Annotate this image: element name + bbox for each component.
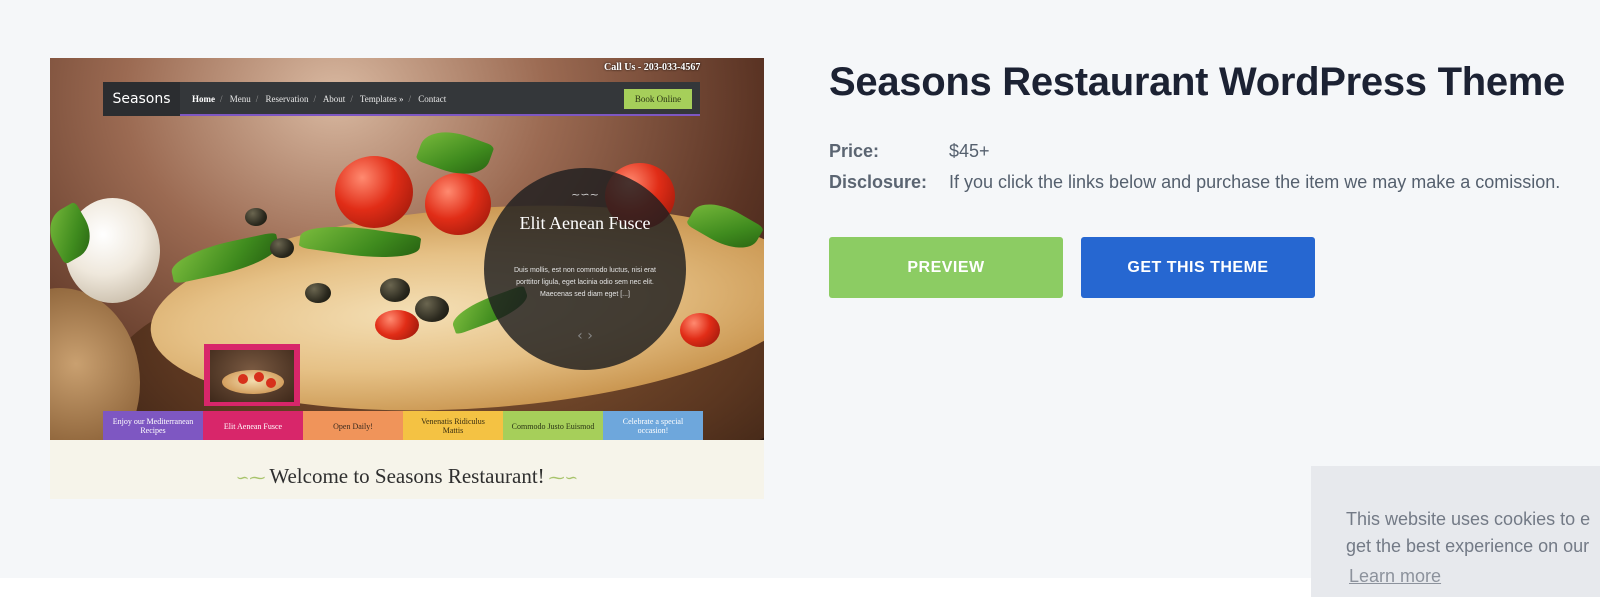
book-online-button[interactable]: Book Online bbox=[624, 89, 692, 109]
tomato bbox=[680, 313, 720, 347]
slide-body: Duis mollis, est non commodo luctus, nis… bbox=[514, 267, 656, 298]
get-this-theme-button[interactable]: GET THIS THEME bbox=[1081, 237, 1315, 298]
slide-caption-circle: ~∽~ Elit Aenean Fusce Duis mollis, est n… bbox=[484, 168, 686, 370]
welcome-text: Welcome to Seasons Restaurant! bbox=[269, 464, 545, 488]
learn-more-link[interactable]: Learn more bbox=[1349, 566, 1441, 587]
slide-nav-arrows-icon[interactable]: ‹ › bbox=[484, 328, 686, 344]
nav-item-contact[interactable]: Contact bbox=[418, 94, 446, 104]
price-label: Price: bbox=[829, 141, 880, 161]
slide-tab[interactable]: Elit Aenean Fusce bbox=[203, 411, 303, 440]
site-navbar: Seasons Home / Menu / Reservation / About / … bbox=[103, 82, 700, 116]
slide-tab[interactable]: Celebrate a special occasion! bbox=[603, 411, 703, 440]
thumbnail-image bbox=[210, 350, 294, 402]
price-value: $45+ bbox=[949, 141, 990, 161]
nav-item-home[interactable]: Home bbox=[192, 94, 215, 104]
tomato bbox=[425, 173, 491, 235]
cookie-message-line: This website uses cookies to e bbox=[1346, 509, 1591, 529]
slide-tab[interactable]: Commodo Justo Euismod bbox=[503, 411, 603, 440]
theme-preview-image[interactable]: Call Us - 203-033-4567 Seasons Home / Men… bbox=[50, 58, 764, 499]
swirl-icon: ∽⁓ bbox=[235, 470, 270, 487]
olive bbox=[270, 238, 294, 258]
olive bbox=[245, 208, 267, 226]
cookie-banner: This website uses cookies to e get the b… bbox=[1311, 466, 1600, 597]
disclosure-label: Disclosure: bbox=[829, 172, 928, 192]
preview-button[interactable]: PREVIEW bbox=[829, 237, 1063, 298]
slide-title: Elit Aenean Fusce bbox=[519, 213, 651, 233]
cookie-message-line: get the best experience on our bbox=[1346, 536, 1590, 556]
olive bbox=[415, 296, 449, 322]
olive bbox=[380, 278, 410, 302]
nav-item-menu[interactable]: Menu bbox=[230, 94, 251, 104]
site-logo[interactable]: Seasons bbox=[103, 82, 180, 116]
call-us-text: Call Us - 203-033-4567 bbox=[604, 62, 701, 73]
disclosure-row: Disclosure: If you click the links below … bbox=[829, 172, 1560, 193]
olive bbox=[305, 283, 331, 303]
ornament-icon: ~∽~ bbox=[571, 188, 599, 201]
swirl-icon: ⁓∽ bbox=[544, 470, 579, 487]
active-slide-thumbnail[interactable] bbox=[204, 344, 300, 406]
price-row: Price: $45+ bbox=[829, 141, 990, 162]
cookie-message: This website uses cookies to e get the b… bbox=[1346, 506, 1600, 560]
nav-item-about[interactable]: About bbox=[323, 94, 346, 104]
welcome-heading: ∽⁓ Welcome to Seasons Restaurant! ⁓∽ bbox=[50, 464, 764, 489]
tomato bbox=[375, 310, 419, 340]
slide-tab[interactable]: Open Daily! bbox=[303, 411, 403, 440]
hero-photo: Call Us - 203-033-4567 Seasons Home / Men… bbox=[50, 58, 764, 440]
slide-tabs: Enjoy our Mediterranean Recipes Elit Aen… bbox=[103, 411, 703, 440]
disclosure-value: If you click the links below and purchas… bbox=[949, 172, 1561, 192]
nav-item-reservation[interactable]: Reservation bbox=[266, 94, 309, 104]
nav-item-templates[interactable]: Templates » bbox=[360, 94, 404, 104]
site-nav-menu: Home / Menu / Reservation / About / Template… bbox=[192, 94, 447, 104]
slide-tab[interactable]: Enjoy our Mediterranean Recipes bbox=[103, 411, 203, 440]
product-title: Seasons Restaurant WordPress Theme bbox=[829, 60, 1565, 104]
slide-tab[interactable]: Venenatis Ridiculus Mattis bbox=[403, 411, 503, 440]
tomato bbox=[335, 156, 413, 228]
